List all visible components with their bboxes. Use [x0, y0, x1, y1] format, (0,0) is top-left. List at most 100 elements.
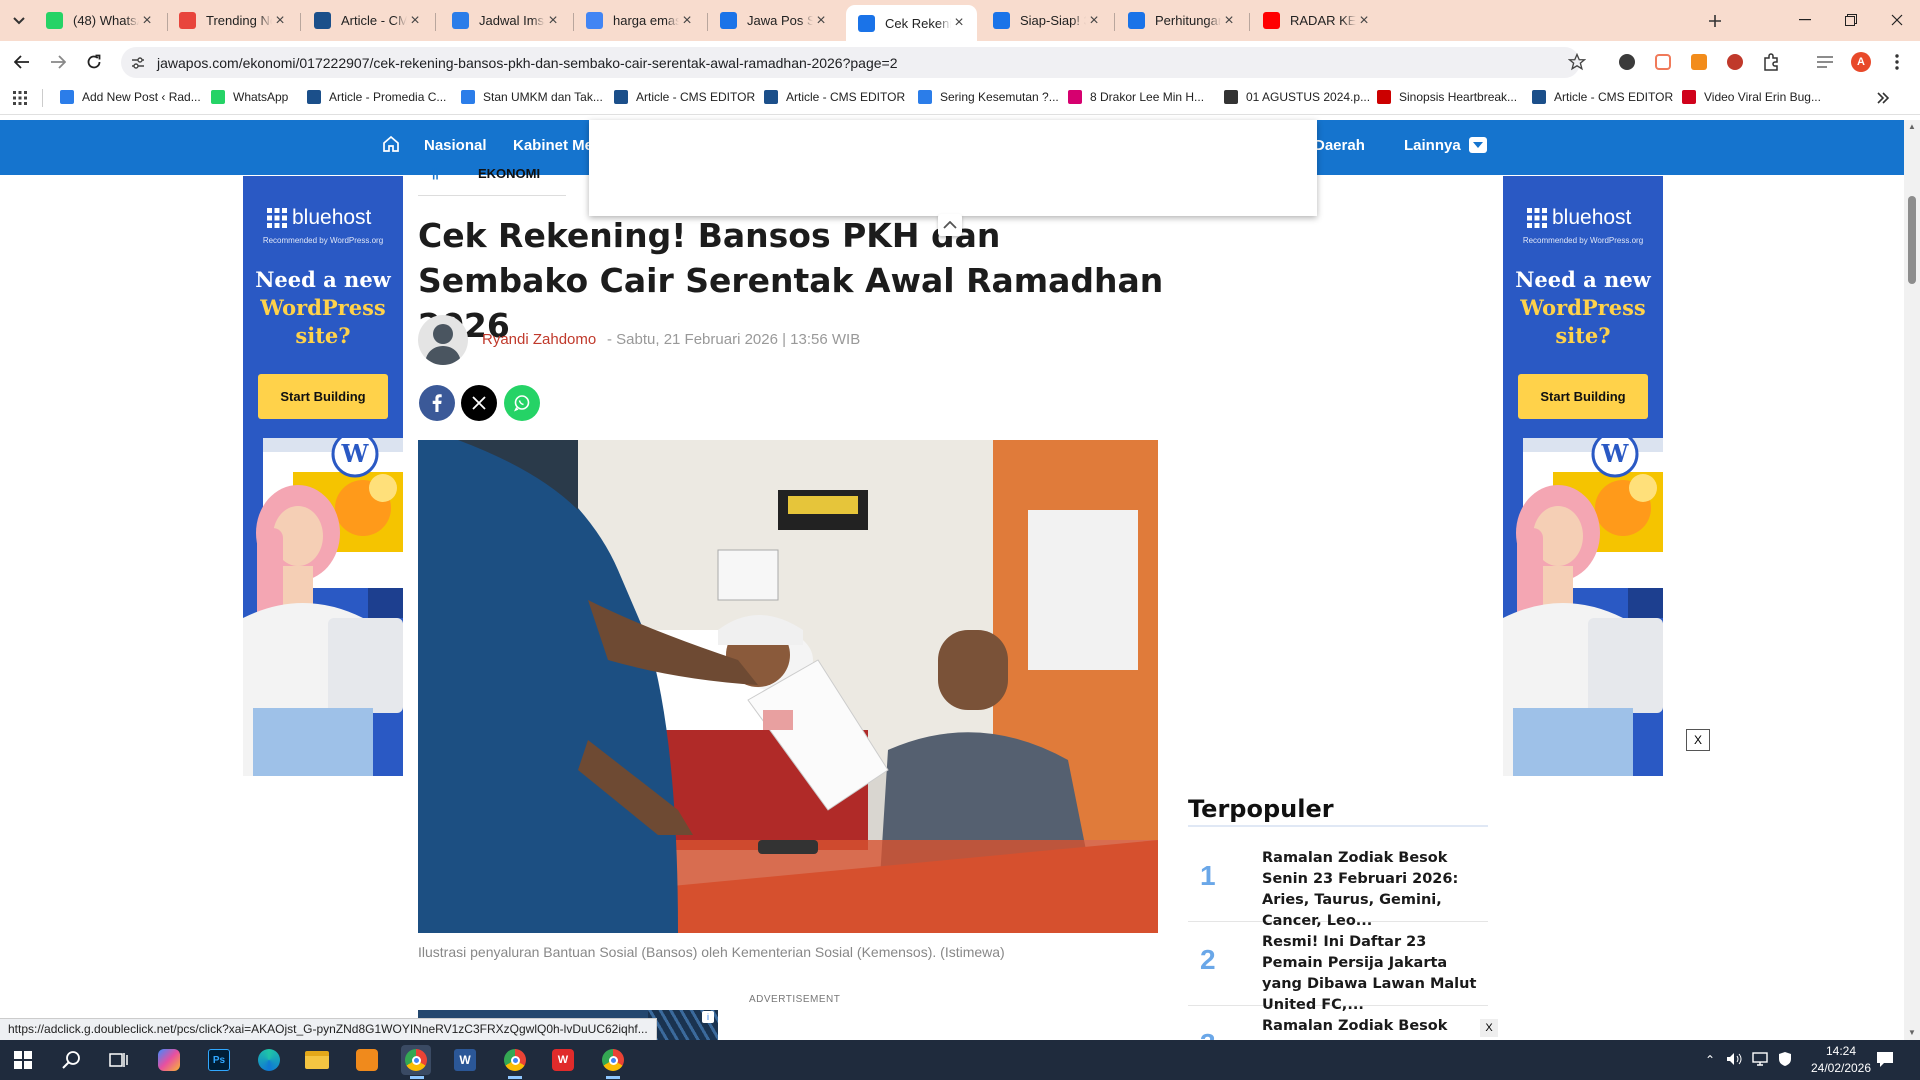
bookmarks-overflow-icon[interactable] [1876, 91, 1890, 105]
reading-list-icon[interactable] [1810, 47, 1840, 77]
nav-nasional[interactable]: Nasional [424, 137, 487, 154]
tab-close-icon[interactable]: × [813, 12, 829, 29]
tab-10[interactable]: RADAR KEDIRI TV× [1251, 6, 1382, 35]
bookmark-12[interactable]: Video Viral Erin Bug... [1682, 90, 1821, 104]
author-name[interactable]: Ryandi Zahdomo [482, 331, 596, 348]
tab-9[interactable]: Perhitungan THR× [1116, 6, 1247, 35]
close-window-button[interactable] [1874, 0, 1920, 40]
bookmark-3[interactable]: Article - Promedia C... [307, 90, 446, 104]
extension-3-icon[interactable] [1684, 47, 1714, 77]
tab-6[interactable]: Jawa Pos Search× [708, 6, 839, 35]
task-view-button[interactable] [104, 1045, 134, 1075]
nav-kabinet[interactable]: Kabinet Me [513, 137, 593, 154]
x-twitter-icon [472, 396, 486, 410]
tray-overflow-icon[interactable]: ⌃ [1705, 1053, 1715, 1067]
back-button[interactable] [7, 47, 37, 77]
popular-item-2[interactable]: 2 Resmi! Ini Daftar 23 Pemain Persija Ja… [1188, 932, 1488, 1013]
popular-item-1[interactable]: 1 Ramalan Zodiak Besok Senin 23 Februari… [1188, 848, 1488, 929]
right-ad-banner[interactable]: bluehost Recommended by WordPress.org Ne… [1503, 176, 1663, 776]
reload-button[interactable] [79, 47, 109, 77]
nav-dropdown-icon[interactable] [1469, 137, 1487, 153]
network-icon[interactable] [1752, 1052, 1768, 1066]
tab-close-icon[interactable]: × [951, 15, 967, 31]
category-tab[interactable]: || EKONOMI [418, 166, 566, 196]
start-button[interactable] [8, 1045, 38, 1075]
bookmark-7[interactable]: Sering Kesemutan ?... [918, 90, 1059, 104]
scroll-up-arrow-icon[interactable]: ▲ [1908, 122, 1916, 131]
taskbar-search-button[interactable] [56, 1045, 86, 1075]
collapse-dropdown-button[interactable] [938, 214, 962, 236]
tab-4[interactable]: Jadwal Imsak Ked× [440, 6, 571, 35]
sticky-ad-close-button[interactable]: X [1480, 1019, 1498, 1037]
home-icon[interactable] [382, 135, 400, 153]
left-ad-banner[interactable]: bluehost Recommended by WordPress.org Ne… [243, 176, 403, 776]
bookmark-5[interactable]: Article - CMS EDITOR [614, 90, 755, 104]
tab-7[interactable]: Cek Rekening! Ba× [846, 5, 977, 41]
shield-icon[interactable] [1778, 1051, 1792, 1067]
tab-title: harga emas antar [613, 13, 679, 28]
tab-8[interactable]: Siap-Siap! 3 Juta× [981, 6, 1112, 35]
tab-1[interactable]: (48) WhatsApp× [34, 6, 165, 35]
tab-close-icon[interactable]: × [1221, 12, 1237, 29]
tab-close-icon[interactable]: × [407, 12, 423, 29]
nav-lainnya[interactable]: Lainnya [1404, 137, 1461, 154]
nav-daerah[interactable]: Daerah [1314, 137, 1365, 154]
bookmark-4[interactable]: Stan UMKM dan Tak... [461, 90, 603, 104]
new-tab-button[interactable] [1702, 8, 1728, 34]
ad-cta-button[interactable]: Start Building [258, 374, 388, 419]
tab-close-icon[interactable]: × [272, 12, 288, 29]
tab-close-icon[interactable]: × [139, 12, 155, 29]
bookmark-star-icon[interactable] [1568, 53, 1586, 71]
bookmark-10[interactable]: Sinopsis Heartbreak... [1377, 90, 1517, 104]
popular-item-3[interactable]: 3 Ramalan Zodiak Besok Senin [1188, 1016, 1488, 1040]
scrollbar-thumb[interactable] [1908, 196, 1916, 284]
tab-close-icon[interactable]: × [679, 12, 695, 29]
restore-button[interactable] [1828, 0, 1874, 40]
chrome-profile-app-icon[interactable] [598, 1045, 628, 1075]
url-text[interactable]: jawapos.com/ekonomi/017222907/cek-rekeni… [157, 55, 897, 71]
forward-button[interactable] [43, 47, 73, 77]
share-facebook-button[interactable] [419, 385, 455, 421]
volume-icon[interactable] [1726, 1052, 1742, 1066]
share-whatsapp-button[interactable] [504, 385, 540, 421]
word-app-icon[interactable]: W [450, 1045, 480, 1075]
bookmark-11[interactable]: Article - CMS EDITOR [1532, 90, 1673, 104]
notifications-icon[interactable] [1876, 1050, 1894, 1068]
menu-button[interactable] [1882, 47, 1912, 77]
ad-close-button[interactable]: X [1686, 729, 1710, 751]
edge-app-icon[interactable] [254, 1045, 284, 1075]
tab-3[interactable]: Article - CMS EDI× [302, 6, 433, 35]
tab-close-icon[interactable]: × [545, 12, 561, 29]
share-x-button[interactable] [461, 385, 497, 421]
bookmark-9[interactable]: 01 AGUSTUS 2024.p... [1224, 90, 1370, 104]
file-explorer-app-icon[interactable] [302, 1045, 332, 1075]
photoshop-app-icon[interactable]: Ps [204, 1045, 234, 1075]
system-clock[interactable]: 14:24 24/02/2026 [1806, 1043, 1876, 1077]
scroll-down-arrow-icon[interactable]: ▼ [1908, 1028, 1916, 1037]
app-orange-icon[interactable] [352, 1045, 382, 1075]
apps-grid-icon[interactable] [13, 91, 27, 105]
adchoices-icon[interactable]: i [702, 1011, 714, 1023]
copilot-app-icon[interactable] [154, 1045, 184, 1075]
extensions-puzzle-icon[interactable] [1756, 47, 1786, 77]
minimize-button[interactable] [1782, 0, 1828, 40]
tab-search-button[interactable] [6, 8, 32, 34]
tab-5[interactable]: harga emas antar× [574, 6, 705, 35]
bookmark-2[interactable]: WhatsApp [211, 90, 288, 104]
chrome-app-icon[interactable] [500, 1045, 530, 1075]
site-info-icon[interactable] [130, 55, 146, 71]
bookmark-1[interactable]: Add New Post ‹ Rad... [60, 90, 201, 104]
tab-close-icon[interactable]: × [1086, 12, 1102, 29]
extension-2-icon[interactable] [1648, 47, 1678, 77]
tab-close-icon[interactable]: × [1356, 12, 1372, 29]
author-avatar[interactable] [418, 315, 468, 365]
bookmark-6[interactable]: Article - CMS EDITOR [764, 90, 905, 104]
chrome-app-icon-active[interactable] [401, 1045, 431, 1075]
extension-4-icon[interactable] [1720, 47, 1750, 77]
bookmark-8[interactable]: 8 Drakor Lee Min H... [1068, 90, 1204, 104]
wps-app-icon[interactable]: W [548, 1045, 578, 1075]
extension-1-icon[interactable] [1612, 47, 1642, 77]
ad-cta-button[interactable]: Start Building [1518, 374, 1648, 419]
profile-avatar[interactable]: A [1846, 47, 1876, 77]
tab-2[interactable]: Trending Now - G× [167, 6, 298, 35]
